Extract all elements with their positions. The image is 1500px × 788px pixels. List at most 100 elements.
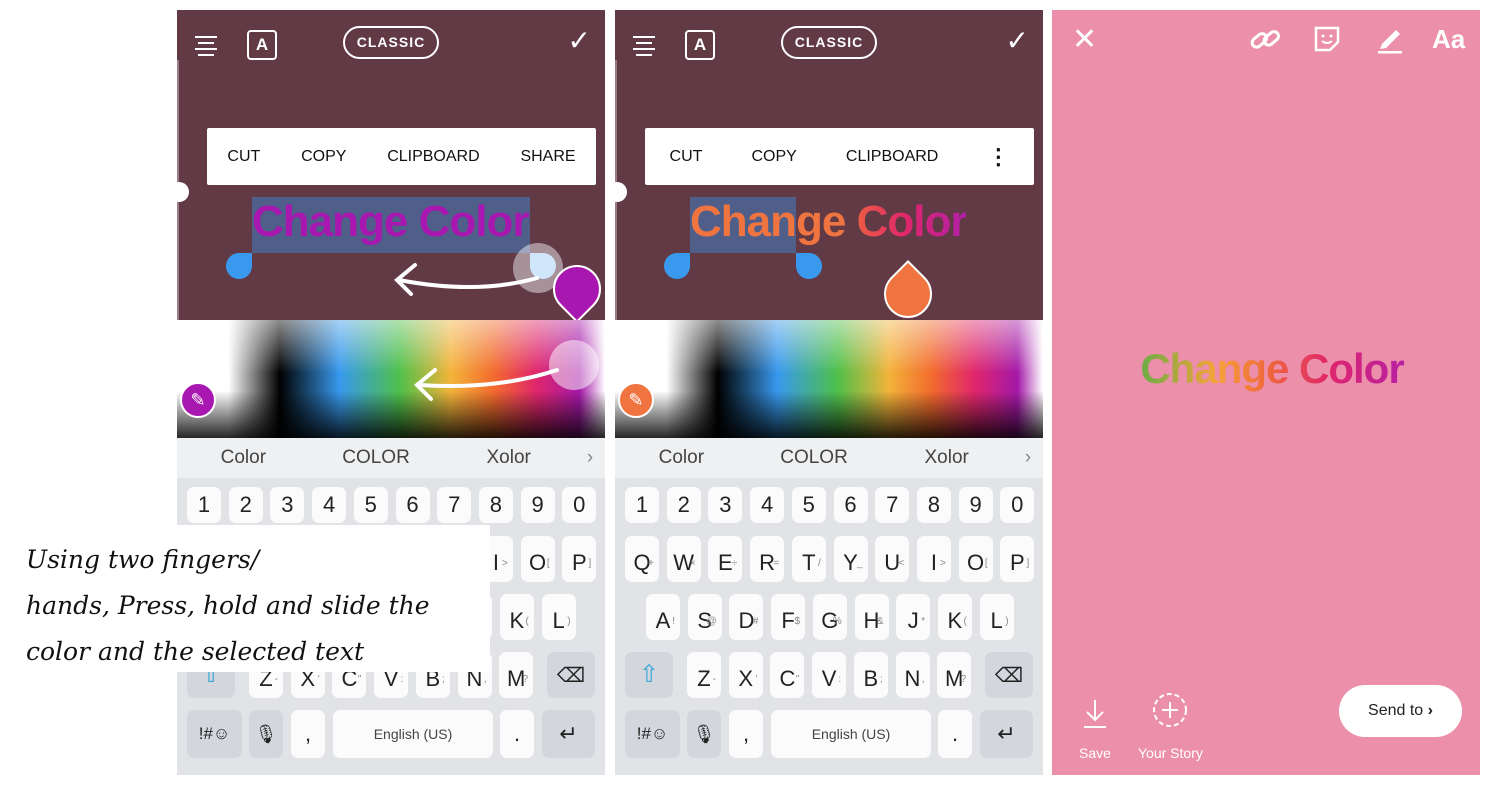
key-5[interactable]: 5 xyxy=(353,487,388,523)
key-l[interactable]: L) xyxy=(979,594,1014,640)
align-icon[interactable] xyxy=(195,36,217,56)
key-p[interactable]: P] xyxy=(1000,536,1035,582)
backspace-key[interactable]: ⌫ xyxy=(547,652,595,698)
key-w[interactable]: W× xyxy=(666,536,701,582)
eyedropper-icon[interactable]: ✎ xyxy=(180,382,216,418)
key-6[interactable]: 6 xyxy=(833,487,868,523)
size-slider-handle[interactable] xyxy=(177,182,189,202)
story-text[interactable]: Change Color xyxy=(690,197,967,247)
key-k[interactable]: K( xyxy=(499,594,534,640)
key-a[interactable]: A! xyxy=(646,594,680,640)
suggestion[interactable]: COLOR xyxy=(310,447,443,469)
key-5[interactable]: 5 xyxy=(791,487,826,523)
key-g[interactable]: G% xyxy=(812,594,847,640)
key-8[interactable]: 8 xyxy=(478,487,513,523)
key-0[interactable]: 0 xyxy=(1000,487,1035,523)
key-m[interactable]: M? xyxy=(499,652,534,698)
your-story-label[interactable]: Your Story xyxy=(1138,745,1203,761)
key-e[interactable]: E÷ xyxy=(708,536,743,582)
share-menu-item[interactable]: SHARE xyxy=(520,148,575,166)
draw-pen-icon[interactable] xyxy=(1374,24,1404,54)
key-n[interactable]: N, xyxy=(895,652,930,698)
key-6[interactable]: 6 xyxy=(395,487,430,523)
key-l[interactable]: L) xyxy=(541,594,576,640)
suggestion[interactable]: COLOR xyxy=(748,447,881,469)
symbols-key[interactable]: !#☺ xyxy=(625,710,680,758)
align-icon[interactable] xyxy=(633,36,655,56)
key-i[interactable]: I > xyxy=(916,536,951,582)
story-text[interactable]: Change Color xyxy=(1132,345,1412,393)
story-text[interactable]: Change Color xyxy=(252,197,529,247)
key-1[interactable]: 1 xyxy=(625,487,659,523)
text-style-button[interactable]: A xyxy=(685,30,715,60)
key-d[interactable]: D# xyxy=(729,594,764,640)
symbols-key[interactable]: !#☺ xyxy=(187,710,242,758)
key-p[interactable]: P] xyxy=(562,536,597,582)
key-x[interactable]: X ' xyxy=(728,652,763,698)
color-gradient-picker[interactable] xyxy=(177,320,605,438)
space-key[interactable]: English (US) xyxy=(771,710,931,758)
shift-key[interactable]: ⇧ xyxy=(625,652,673,698)
key-k[interactable]: K( xyxy=(937,594,972,640)
eyedropper-icon[interactable]: ✎ xyxy=(618,382,654,418)
font-classic-button[interactable]: CLASSIC xyxy=(781,26,877,59)
cut-menu-item[interactable]: CUT xyxy=(670,148,703,166)
key-b[interactable]: B; xyxy=(853,652,888,698)
selection-handle-end[interactable] xyxy=(796,253,822,279)
key-8[interactable]: 8 xyxy=(916,487,951,523)
key-q[interactable]: Q+ xyxy=(625,536,659,582)
key-r[interactable]: R= xyxy=(750,536,785,582)
done-check-icon[interactable]: ✓ xyxy=(568,24,591,57)
selection-handle-start[interactable] xyxy=(664,253,690,279)
key-0[interactable]: 0 xyxy=(562,487,597,523)
key-j[interactable]: J* xyxy=(896,594,931,640)
clipboard-menu-item[interactable]: CLIPBOARD xyxy=(387,148,479,166)
key-3[interactable]: 3 xyxy=(708,487,743,523)
key-z[interactable]: Z- xyxy=(687,652,721,698)
save-label[interactable]: Save xyxy=(1079,745,1111,761)
link-icon[interactable] xyxy=(1248,26,1282,54)
copy-menu-item[interactable]: COPY xyxy=(751,148,796,166)
comma-key[interactable]: , xyxy=(729,710,763,758)
download-icon[interactable] xyxy=(1082,698,1108,730)
key-y[interactable]: Y_ xyxy=(833,536,868,582)
comma-key[interactable]: , xyxy=(291,710,325,758)
font-classic-button[interactable]: CLASSIC xyxy=(343,26,439,59)
chevron-right-icon[interactable]: › xyxy=(575,447,605,469)
key-9[interactable]: 9 xyxy=(520,487,555,523)
key-9[interactable]: 9 xyxy=(958,487,993,523)
backspace-key[interactable]: ⌫ xyxy=(985,652,1033,698)
key-u[interactable]: U< xyxy=(875,536,910,582)
key-3[interactable]: 3 xyxy=(270,487,305,523)
close-icon[interactable]: ✕ xyxy=(1072,22,1097,57)
suggestion[interactable]: Color xyxy=(177,447,310,469)
size-slider-handle[interactable] xyxy=(615,182,627,202)
key-v[interactable]: V: xyxy=(812,652,847,698)
chevron-right-icon[interactable]: › xyxy=(1013,447,1043,469)
key-m[interactable]: M? xyxy=(937,652,972,698)
color-gradient-picker[interactable] xyxy=(615,320,1043,438)
clipboard-menu-item[interactable]: CLIPBOARD xyxy=(846,148,938,166)
key-c[interactable]: C " xyxy=(770,652,805,698)
key-f[interactable]: F$ xyxy=(771,594,806,640)
text-tool-icon[interactable]: Aa xyxy=(1432,24,1465,55)
suggestion[interactable]: Color xyxy=(615,447,748,469)
suggestion[interactable]: Xolor xyxy=(442,447,575,469)
key-1[interactable]: 1 xyxy=(187,487,221,523)
key-2[interactable]: 2 xyxy=(228,487,263,523)
voice-key[interactable]: 🎙 xyxy=(687,710,721,758)
done-check-icon[interactable]: ✓ xyxy=(1006,24,1029,57)
key-o[interactable]: O[ xyxy=(958,536,993,582)
more-options-icon[interactable]: ⋮ xyxy=(987,144,1009,170)
enter-key[interactable]: ↵ xyxy=(542,710,595,758)
key-4[interactable]: 4 xyxy=(312,487,347,523)
send-to-button[interactable]: Send to › xyxy=(1339,685,1462,737)
period-key[interactable]: . xyxy=(938,710,972,758)
copy-menu-item[interactable]: COPY xyxy=(301,148,346,166)
key-s[interactable]: S@ xyxy=(687,594,722,640)
period-key[interactable]: . xyxy=(500,710,534,758)
text-style-button[interactable]: A xyxy=(247,30,277,60)
key-h[interactable]: H& xyxy=(854,594,889,640)
key-o[interactable]: O[ xyxy=(520,536,555,582)
key-4[interactable]: 4 xyxy=(750,487,785,523)
